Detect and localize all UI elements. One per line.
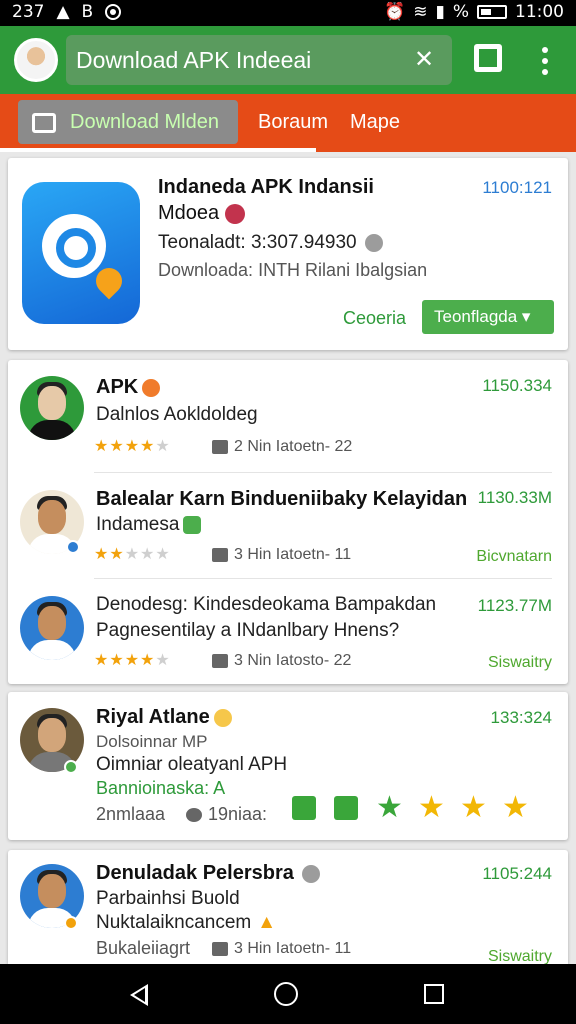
tab-download[interactable]: Download Mlden (18, 100, 238, 144)
verified-badge-icon (66, 540, 80, 554)
list-item-meta: 3 Hin Iatoetn- 11 (212, 546, 351, 564)
warning-icon: ▲ (56, 2, 70, 22)
bookmark-icon[interactable] (334, 796, 358, 820)
meta-icon (212, 547, 228, 562)
smile-emoji-icon (213, 708, 232, 727)
tab-indicator (0, 148, 316, 152)
online-badge-icon (64, 760, 78, 774)
verified-icon (225, 203, 246, 224)
featured-title: Indaneda APK Indansii (158, 176, 374, 198)
comment-icon (186, 808, 202, 823)
post-highlight: Bannioinaska: A (96, 778, 226, 798)
post-card[interactable]: Riyal Atlane 133:324 Dolsoinnar MP Oimni… (8, 692, 568, 840)
teonflagda-label: Teonflagda (434, 307, 518, 326)
rating-stars: ★★★★★ (94, 438, 171, 455)
app-bar: Download APK Indeeai ✕ (0, 26, 576, 94)
divider (94, 578, 552, 579)
back-icon[interactable] (130, 984, 148, 1006)
list-item-status: Siswaitry (487, 654, 552, 671)
featured-teonaladt: Teonaladt: 3:307.94930 (158, 232, 383, 254)
star-icon[interactable]: ★ (376, 793, 403, 823)
last-meta: 3 Hin Iatoetn- 11 (212, 940, 351, 958)
ceoeria-link[interactable]: Ceoeria (343, 308, 406, 329)
status-letter: B (81, 2, 94, 22)
tab-label: Download Mlden (70, 111, 219, 133)
last-bottom: Bukaleiiagrt (96, 938, 191, 958)
post-actions: ★ ★ ★ ★ (292, 793, 529, 823)
featured-downloads: Downloada: INTH Rilani Ibalgsian (158, 260, 428, 280)
post-stat2: 19niaa: (186, 804, 267, 825)
list-item-name-line2: Pagnesentilay a INdanlbary Hnens? (96, 620, 400, 641)
list-item-subtitle: Dalnlos Aokldoldeg (96, 404, 258, 425)
battery-text: % (452, 2, 469, 22)
profile-avatar[interactable] (14, 38, 58, 82)
list-item-time: 1123.77M (477, 596, 552, 615)
more-vertical-icon[interactable] (534, 44, 556, 76)
search-input[interactable]: Download APK Indeeai ✕ (66, 35, 452, 85)
alarm-icon: ⏰ (384, 2, 406, 22)
info-icon (364, 233, 383, 252)
rating-stars: ★★★★★ (94, 652, 171, 669)
meta-icon (212, 439, 228, 454)
app-icon[interactable] (22, 182, 140, 324)
emoji-icon (142, 378, 161, 397)
post-stat1: 2nmlaaa (96, 804, 166, 824)
gallery-icon[interactable] (474, 44, 502, 72)
navigation-bar (0, 964, 576, 1024)
list-item-meta: 2 Nin Iatoetn- 22 (212, 438, 352, 456)
last-name[interactable]: Denuladak Pelersbra (96, 862, 320, 885)
leaf-icon (183, 515, 202, 534)
post-line1: Dolsoinnar MP (96, 732, 208, 751)
divider (94, 472, 552, 473)
recent-apps-icon[interactable] (424, 984, 444, 1004)
verified-icon (301, 864, 320, 883)
download-tab-icon (32, 112, 56, 133)
tab-bar: Download Mlden Boraum Mape (0, 94, 576, 152)
warning-icon: ▲ (257, 912, 277, 933)
featured-title-line2: Mdoea (158, 202, 246, 225)
list-item-name-line2: Indamesa (96, 514, 202, 536)
last-time: 1105:244 (482, 864, 552, 883)
list-item-time: 1150.334 (482, 376, 552, 395)
signal-icon: ▮ (435, 2, 445, 22)
star-icon[interactable]: ★ (502, 793, 529, 823)
last-line1: Parbainhsi Buold (96, 888, 240, 909)
status-time: 11:00 (515, 2, 564, 22)
list-item-name[interactable]: Denodesg: Kindesdeokama Bampakdan (96, 594, 436, 616)
avatar[interactable] (20, 376, 84, 440)
list-item-status: Bicvnatarn (476, 548, 552, 565)
list-item-time: 1130.33M (477, 488, 552, 507)
last-card[interactable]: Denuladak Pelersbra 1105:244 Parbainhsi … (8, 850, 568, 965)
battery-icon (477, 5, 507, 19)
rating-stars: ★★★★★ (94, 546, 171, 563)
user-list-card: APK 1150.334 Dalnlos Aokldoldeg ★★★★★ 2 … (8, 360, 568, 684)
featured-time: 1100:121 (482, 178, 552, 197)
star-icon[interactable]: ★ (418, 793, 445, 823)
wifi-icon: ≋ (413, 2, 428, 22)
post-line2: Oimniar oleatyanl APH (96, 754, 288, 775)
post-time: 133:324 (490, 708, 552, 727)
star-icon[interactable]: ★ (460, 793, 487, 823)
search-bubble-icon (42, 214, 106, 278)
featured-app-card[interactable]: Indaneda APK Indansii Mdoea 1100:121 Teo… (8, 158, 568, 350)
status-left-text: 237 (12, 2, 45, 22)
list-item-name[interactable]: Balealar Karn Bindueniibaky Kelayidan (96, 488, 467, 511)
post-name[interactable]: Riyal Atlane (96, 706, 232, 729)
meta-icon (212, 941, 228, 956)
search-value: Download APK Indeeai (76, 47, 312, 73)
badge-icon (64, 916, 78, 930)
avatar[interactable] (20, 596, 84, 660)
list-item-name[interactable]: APK (96, 376, 161, 399)
status-bar: 237 ▲ B ⏰ ≋ ▮ % 11:00 (0, 0, 576, 26)
list-item-meta: 3 Nin Iatosto- 22 (212, 652, 351, 670)
teonflagda-button[interactable]: Teonflagda ▾ (422, 300, 554, 334)
last-line2: Nuktalaikncancem ▲ (96, 912, 277, 933)
no-signal-icon[interactable]: ✕ (410, 46, 438, 74)
tab-mape[interactable]: Mape (350, 100, 400, 144)
sync-icon (105, 4, 122, 20)
tab-boraum[interactable]: Boraum (258, 100, 328, 144)
home-icon[interactable] (274, 982, 298, 1006)
meta-icon (212, 653, 228, 668)
video-icon[interactable] (292, 796, 316, 820)
